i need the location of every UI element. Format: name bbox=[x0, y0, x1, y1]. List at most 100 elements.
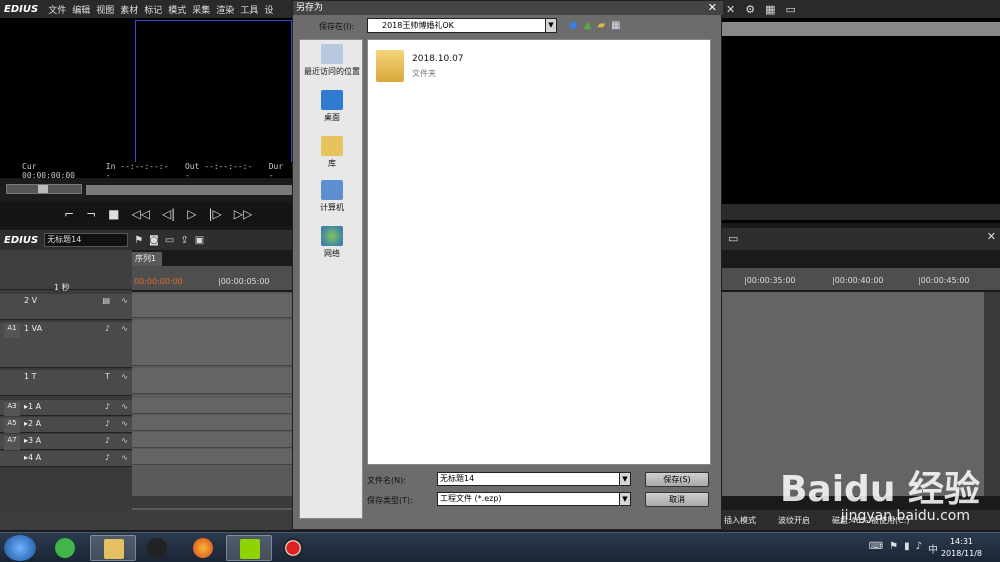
track-2v[interactable]: 2 V ▤ ∿ bbox=[0, 294, 132, 320]
filename-input[interactable]: 无标题14 bbox=[437, 472, 621, 486]
export-icon[interactable]: ⇪ bbox=[180, 235, 188, 246]
track-side[interactable]: A1 bbox=[4, 324, 20, 338]
position-track[interactable] bbox=[86, 185, 292, 195]
taskbar-app-explorer[interactable] bbox=[90, 535, 136, 561]
mixer-icon[interactable]: ∿ bbox=[121, 324, 128, 333]
taskbar-app-qq[interactable] bbox=[134, 535, 180, 561]
track-side[interactable]: A5 bbox=[4, 419, 20, 433]
horizontal-scrollbar[interactable] bbox=[132, 496, 292, 508]
file-name[interactable]: 2018.10.07 bbox=[412, 54, 464, 64]
insert-mode[interactable]: 插入模式 bbox=[724, 515, 756, 526]
start-button[interactable] bbox=[4, 535, 36, 561]
menu-edit[interactable]: 编辑 bbox=[72, 3, 90, 16]
close-icon[interactable]: ✕ bbox=[987, 230, 996, 243]
save-icon[interactable]: ▣ bbox=[195, 235, 204, 246]
view-menu-icon[interactable]: ▦ bbox=[611, 20, 620, 31]
clock[interactable]: 14:31 2018/11/8 bbox=[941, 536, 982, 560]
menu-marker[interactable]: 标记 bbox=[144, 3, 162, 16]
grid-icon[interactable]: ▦ bbox=[765, 3, 775, 16]
menu-render[interactable]: 渲染 bbox=[216, 3, 234, 16]
tab-sequence[interactable]: 序列1 bbox=[132, 252, 162, 266]
place-desktop[interactable]: 桌面 bbox=[300, 90, 364, 123]
speaker-icon[interactable]: ♪ bbox=[105, 324, 110, 333]
cancel-button[interactable]: 取消 bbox=[645, 492, 709, 507]
new-icon[interactable]: ▭ bbox=[165, 235, 174, 246]
track-1a[interactable]: A3 ▸1 A ♪ ∿ bbox=[0, 400, 132, 416]
mixer-icon[interactable]: ∿ bbox=[121, 402, 128, 411]
mixer-icon[interactable]: ∿ bbox=[121, 372, 128, 381]
scale-label[interactable]: 1 秒 bbox=[54, 282, 70, 293]
menu-mode[interactable]: 模式 bbox=[168, 3, 186, 16]
up-folder-icon[interactable]: ▲ bbox=[584, 20, 592, 31]
menu-capture[interactable]: 采集 bbox=[192, 3, 210, 16]
ime-icon[interactable]: 中 bbox=[928, 541, 938, 556]
close-icon[interactable]: ✕ bbox=[726, 3, 735, 16]
lane-4a[interactable] bbox=[132, 449, 292, 465]
chevron-down-icon[interactable]: ▼ bbox=[619, 492, 631, 506]
folder-icon[interactable]: ▭ bbox=[786, 3, 796, 16]
taskbar-app-360[interactable] bbox=[42, 535, 88, 561]
title-icon[interactable]: T bbox=[105, 372, 110, 381]
track-1t[interactable]: 1 T T ∿ bbox=[0, 370, 132, 396]
menu-file[interactable]: 文件 bbox=[48, 3, 66, 16]
speaker-icon[interactable]: ♪ bbox=[105, 436, 110, 445]
network-icon[interactable]: ▮ bbox=[904, 541, 910, 556]
mixer-icon[interactable]: ∿ bbox=[121, 419, 128, 428]
speaker-icon[interactable]: ♪ bbox=[105, 419, 110, 428]
folder-icon[interactable]: ▭ bbox=[728, 232, 738, 245]
track-side[interactable]: A7 bbox=[4, 436, 20, 450]
taskbar-app-recorder[interactable] bbox=[270, 535, 316, 561]
lane-2a[interactable] bbox=[132, 415, 292, 431]
folder-icon[interactable] bbox=[376, 50, 404, 82]
track-side[interactable]: A3 bbox=[4, 402, 20, 416]
place-computer[interactable]: 计算机 bbox=[300, 180, 364, 213]
location-select[interactable]: 2018王帅博婚礼OK bbox=[367, 18, 557, 33]
chevron-down-icon[interactable]: ▼ bbox=[619, 472, 631, 486]
close-icon[interactable]: ✕ bbox=[708, 1, 717, 14]
capture-icon[interactable]: ◙ bbox=[149, 235, 159, 246]
effect-icon[interactable]: ⚑ bbox=[134, 235, 143, 246]
timeline-ruler-right[interactable]: |00:00:35:00 |00:00:40:00 |00:00:45:00 bbox=[722, 268, 1000, 290]
step-back-icon[interactable]: ◁| bbox=[162, 207, 175, 221]
flag-icon[interactable]: ⚑ bbox=[889, 541, 898, 556]
menu-view[interactable]: 视图 bbox=[96, 3, 114, 16]
speaker-icon[interactable]: ♪ bbox=[105, 402, 110, 411]
speaker-icon[interactable]: ♪ bbox=[105, 453, 110, 462]
lane-2v[interactable] bbox=[132, 294, 292, 318]
vertical-scrollbar[interactable] bbox=[984, 292, 1000, 496]
mark-out-icon[interactable]: ¬ bbox=[86, 207, 96, 221]
timeline-tracks[interactable] bbox=[132, 292, 292, 510]
save-button[interactable]: 保存(S) bbox=[645, 472, 709, 487]
volume-icon[interactable]: ♪ bbox=[916, 541, 922, 556]
track-4a[interactable]: ▸4 A ♪ ∿ bbox=[0, 451, 132, 467]
menu-settings[interactable]: 设 bbox=[264, 3, 273, 16]
mixer-icon[interactable]: ∿ bbox=[121, 453, 128, 462]
step-forward-icon[interactable]: |▷ bbox=[208, 207, 221, 221]
settings-icon[interactable]: ⚙ bbox=[745, 3, 755, 16]
stop-icon[interactable]: ■ bbox=[108, 207, 119, 221]
keyboard-icon[interactable]: ⌨ bbox=[869, 541, 883, 556]
menu-clip[interactable]: 素材 bbox=[120, 3, 138, 16]
lane-1t[interactable] bbox=[132, 368, 292, 394]
lane-1a[interactable] bbox=[132, 398, 292, 414]
lane-1va[interactable] bbox=[132, 320, 292, 366]
lane-3a[interactable] bbox=[132, 432, 292, 448]
track-3a[interactable]: A7 ▸3 A ♪ ∿ bbox=[0, 434, 132, 450]
shuttle-knob[interactable] bbox=[38, 185, 48, 193]
chevron-down-icon[interactable]: ▼ bbox=[545, 18, 557, 33]
file-list[interactable]: 2018.10.07 文件夹 bbox=[367, 39, 711, 465]
taskbar-app-edius[interactable] bbox=[226, 535, 272, 561]
menu-tools[interactable]: 工具 bbox=[240, 3, 258, 16]
filetype-select[interactable]: 工程文件 (*.ezp) bbox=[437, 492, 621, 506]
mixer-icon[interactable]: ∿ bbox=[121, 436, 128, 445]
video-icon[interactable]: ▤ bbox=[102, 296, 110, 305]
place-library[interactable]: 库 bbox=[300, 136, 364, 169]
taskbar-app-firefox[interactable] bbox=[180, 535, 226, 561]
place-network[interactable]: 网络 bbox=[300, 226, 364, 259]
ripple-mode[interactable]: 波纹开启 bbox=[778, 515, 810, 526]
fast-forward-icon[interactable]: ▷▷ bbox=[234, 207, 252, 221]
mark-in-icon[interactable]: ⌐ bbox=[64, 207, 74, 221]
timeline-ruler[interactable]: 00:00:00:00 |00:00:05:00 bbox=[132, 266, 292, 290]
mixer-icon[interactable]: ∿ bbox=[121, 296, 128, 305]
play-icon[interactable]: ▷ bbox=[187, 207, 196, 221]
